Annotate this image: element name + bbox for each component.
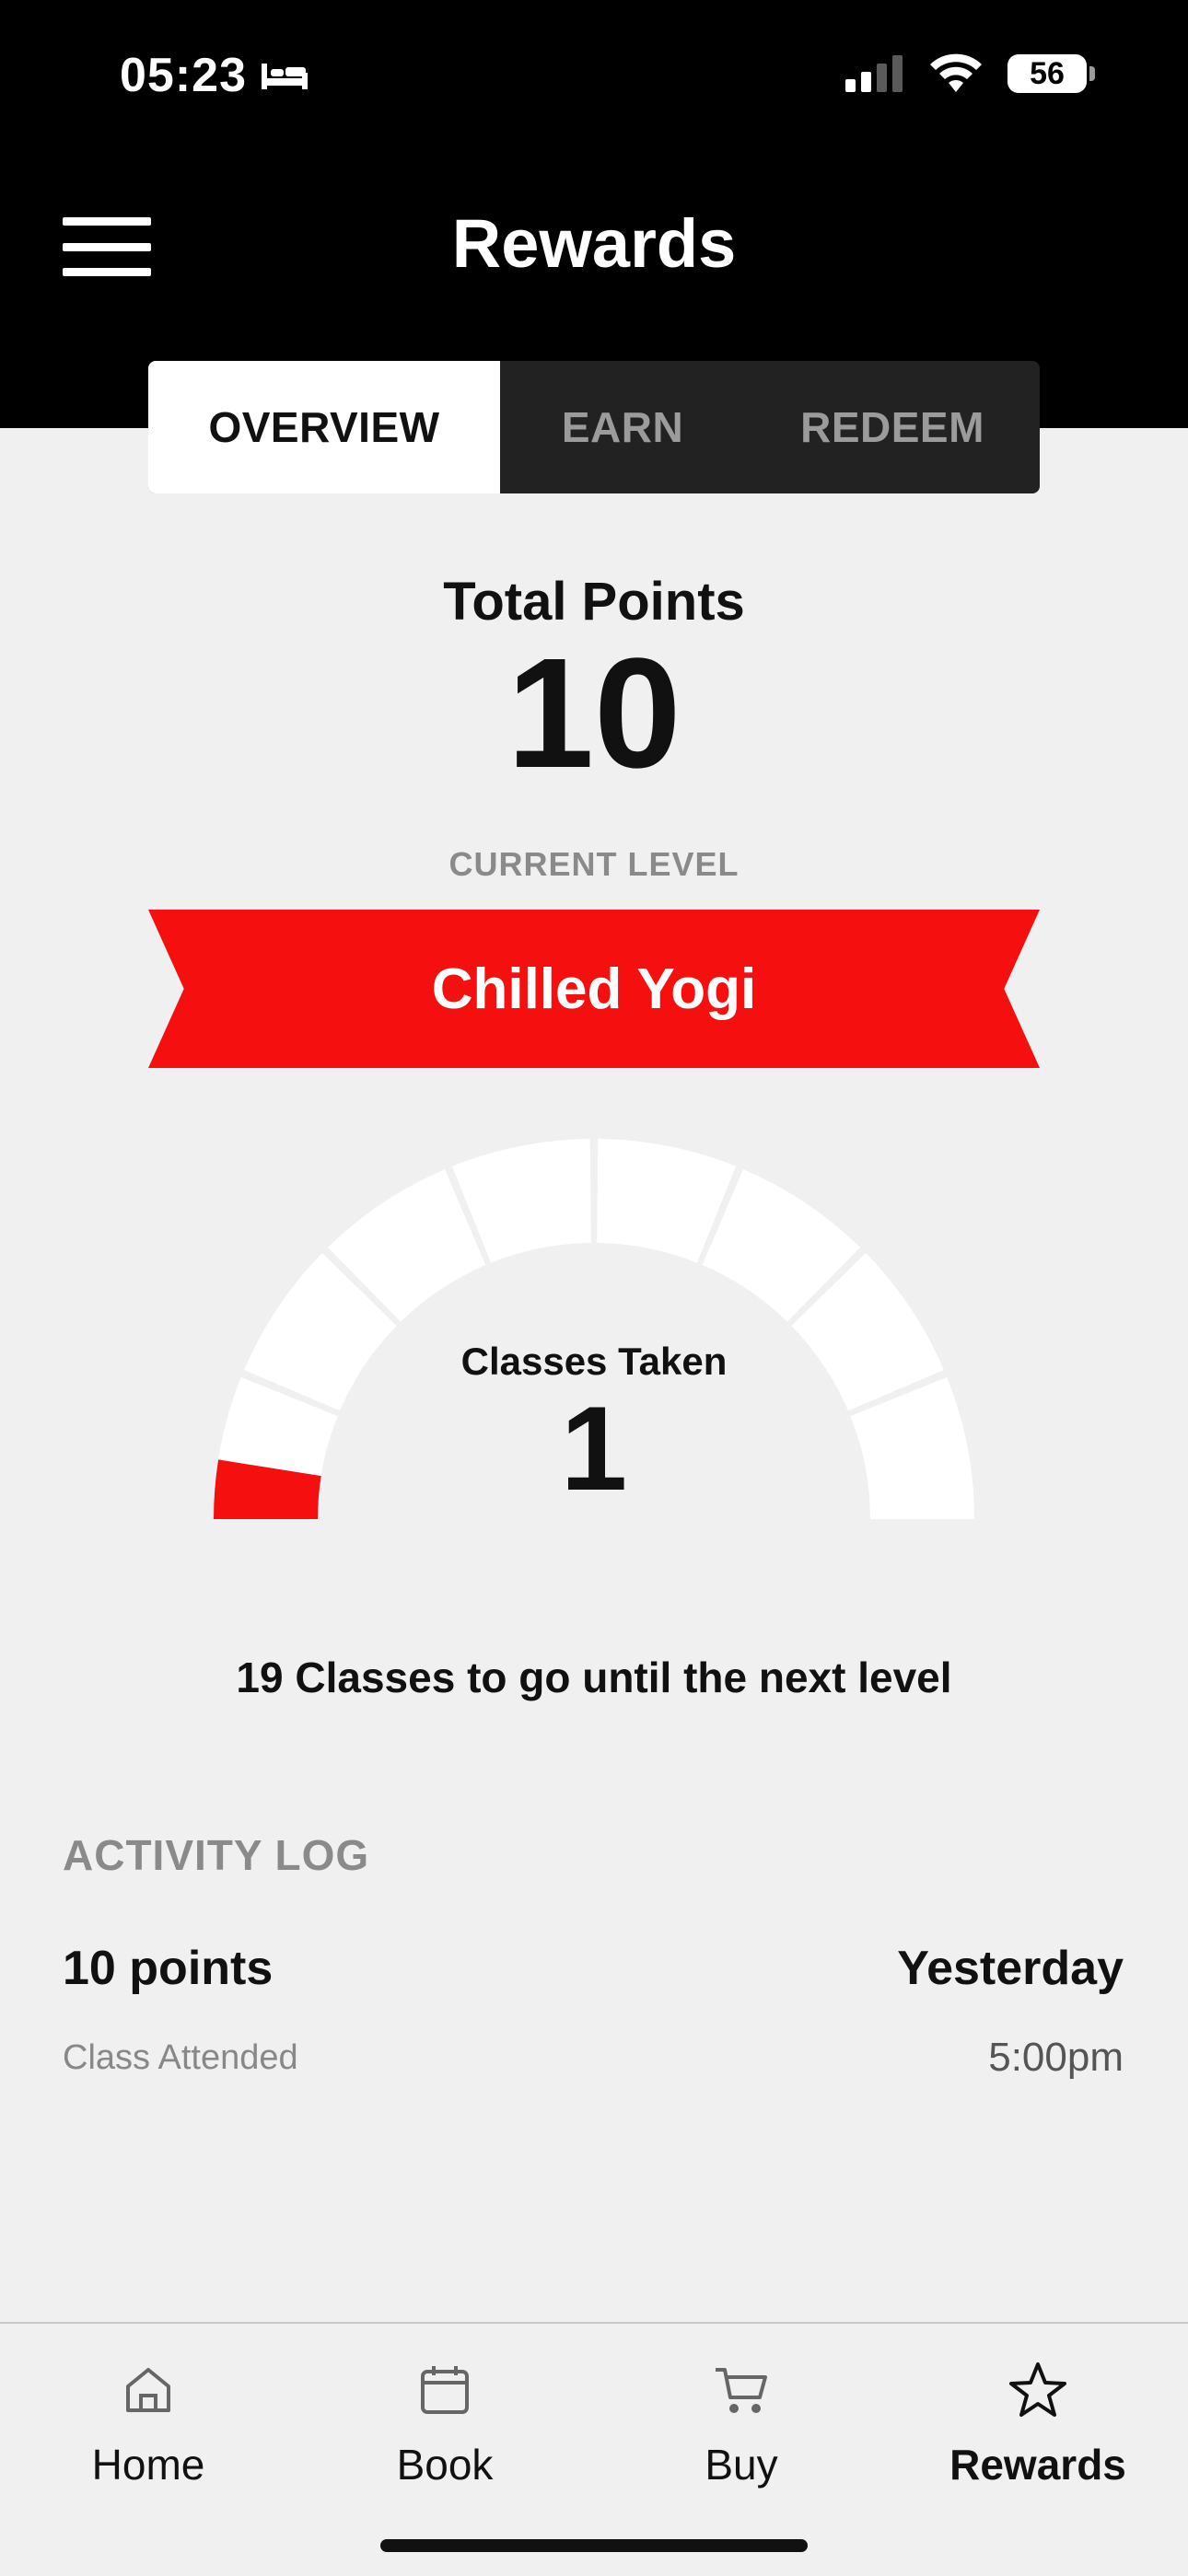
home-icon	[126, 2368, 170, 2412]
star-icon	[1009, 2362, 1066, 2417]
cart-icon	[716, 2368, 767, 2413]
nav-buy[interactable]: Buy	[593, 2361, 890, 2489]
classes-taken-label: Classes Taken	[460, 1340, 728, 1383]
nav-rewards-label: Rewards	[949, 2441, 1126, 2489]
calendar-icon	[421, 2366, 469, 2414]
nav-book[interactable]: Book	[297, 2361, 593, 2489]
activity-points: 10 points	[63, 1942, 274, 1995]
activity-log-title: ACTIVITY LOG	[63, 1831, 370, 1879]
activity-time: 5:00pm	[988, 2035, 1124, 2080]
activity-date: Yesterday	[897, 1942, 1124, 1995]
nav-book-label: Book	[396, 2441, 494, 2489]
nav-rewards[interactable]: Rewards	[890, 2361, 1186, 2489]
bottom-nav: Home Book Buy Rewards	[0, 2322, 1188, 2576]
nav-home-label: Home	[91, 2441, 205, 2489]
activity-description: Class Attended	[63, 2038, 298, 2077]
classes-gauge	[214, 1139, 974, 1519]
nav-home[interactable]: Home	[0, 2361, 297, 2489]
classes-taken-value: 1	[560, 1381, 628, 1515]
progress-text: 19 Classes to go until the next level	[236, 1654, 952, 1701]
home-indicator	[380, 2539, 808, 2552]
nav-buy-label: Buy	[705, 2441, 778, 2489]
